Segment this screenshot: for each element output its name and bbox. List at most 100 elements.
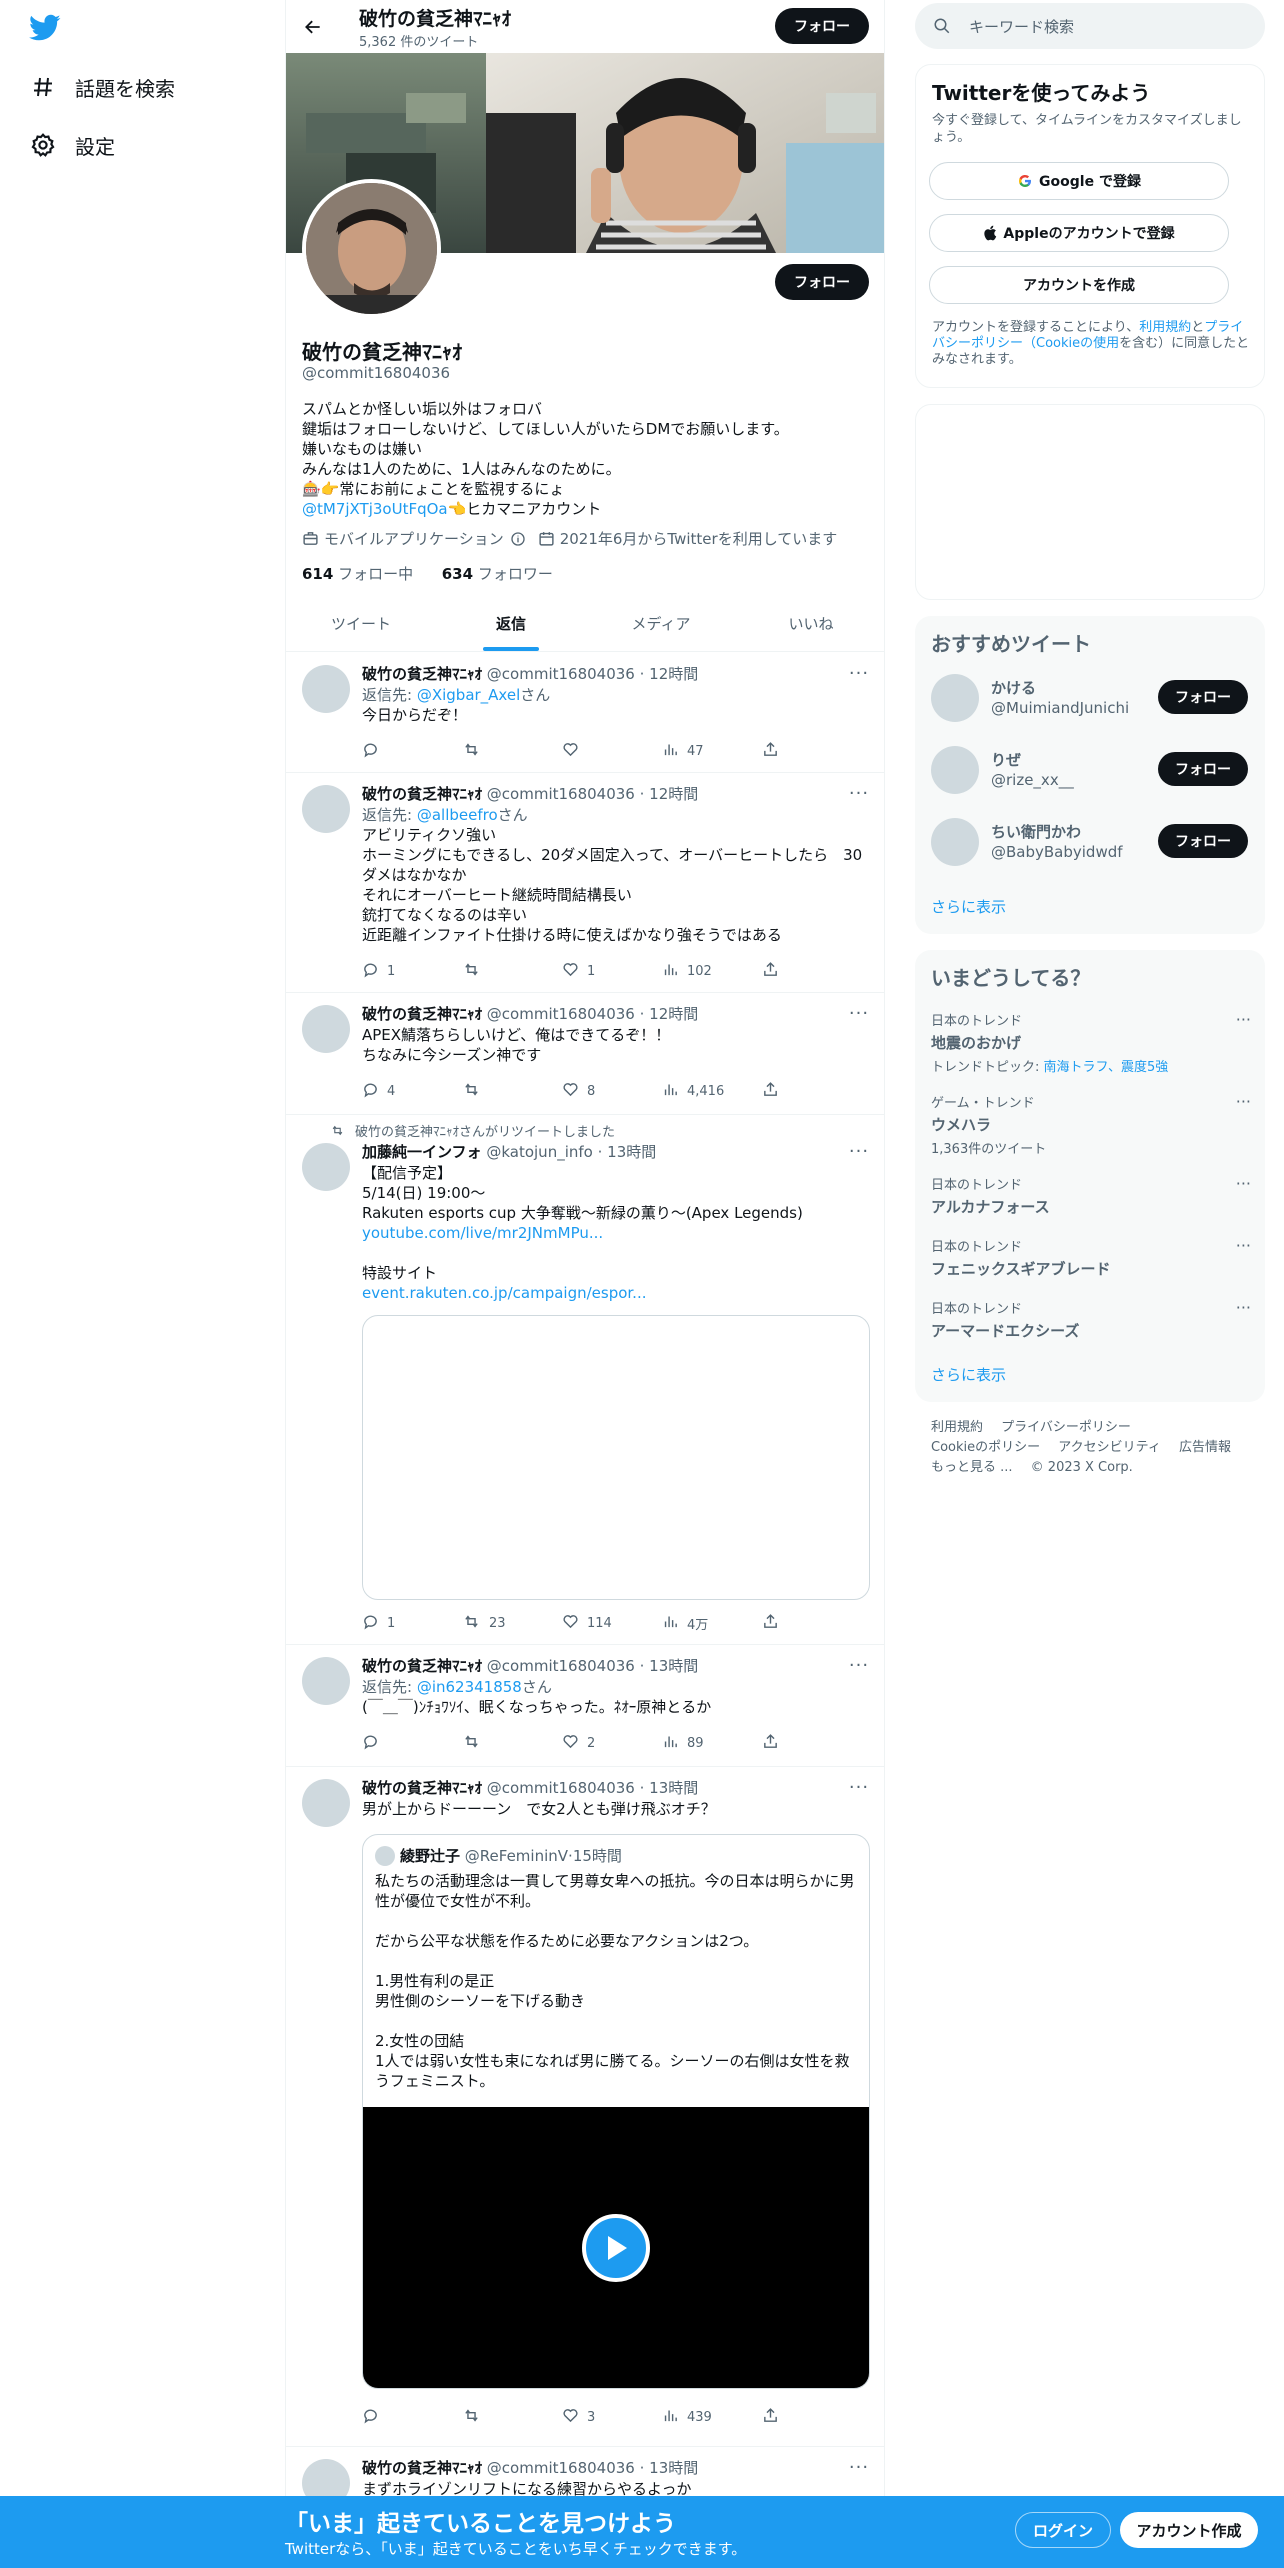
tweet-avatar[interactable] (302, 665, 350, 713)
back-arrow-icon[interactable] (300, 14, 326, 40)
retweet-button[interactable] (462, 1081, 542, 1101)
reply-to-link[interactable]: @allbeefro (417, 806, 498, 824)
tweet[interactable]: 破竹の貧乏神ﾏﾆｬｵ @commit16804036 · 13時間 ··· 返信… (286, 1645, 884, 1767)
profile-follow-button[interactable]: フォロー (775, 264, 869, 300)
quoted-tweet[interactable]: 綾野辻子 @ReFemininV · 15時間 私たちの活動理念は一貫して男尊女… (362, 1834, 870, 2389)
user-avatar[interactable] (931, 674, 979, 722)
recommend-user[interactable]: りぜ @rize_xx__ フォロー (931, 744, 1251, 796)
footer-link[interactable]: 広告情報 (1179, 1440, 1231, 1455)
more-options-icon[interactable]: ··· (848, 783, 870, 804)
views-button[interactable]: 47 (662, 741, 742, 761)
more-options-icon[interactable]: ··· (1236, 1092, 1251, 1111)
views-button[interactable]: 439 (662, 2407, 742, 2427)
reply-to-link[interactable]: @Xigbar_Axel (417, 686, 520, 704)
tweet-avatar[interactable] (302, 1657, 350, 1705)
share-button[interactable] (762, 2407, 782, 2427)
share-button[interactable] (762, 1081, 782, 1101)
views-button[interactable]: 102 (662, 961, 742, 981)
trend-item[interactable]: 日本のトレンド アーマードエクシーズ ··· (931, 1298, 1251, 1341)
footer-link[interactable]: もっと見る ... (931, 1460, 1013, 1475)
trend-item[interactable]: 日本のトレンド フェニックスギアブレード ··· (931, 1236, 1251, 1279)
more-options-icon[interactable]: ··· (848, 1655, 870, 1676)
reply-button[interactable]: 1 (362, 961, 442, 981)
share-button[interactable] (762, 1733, 782, 1753)
tweet-avatar[interactable] (302, 1143, 350, 1191)
like-button[interactable] (562, 741, 642, 761)
show-more-link[interactable]: さらに表示 (931, 896, 1006, 917)
retweet-button[interactable] (462, 961, 542, 981)
header-follow-button[interactable]: フォロー (775, 8, 869, 44)
profile-avatar[interactable] (302, 179, 441, 318)
footer-link[interactable]: 利用規約 (931, 1420, 983, 1435)
bio-mention-link[interactable]: @tM7jXTj3oUtFqOa (302, 500, 448, 518)
tweet-link[interactable]: youtube.com/live/mr2JNmMPu... (362, 1223, 872, 1243)
reply-button[interactable] (362, 741, 442, 761)
like-button[interactable]: 3 (562, 2407, 642, 2427)
user-avatar[interactable] (931, 746, 979, 794)
trend-item[interactable]: 日本のトレンド アルカナフォース ··· (931, 1174, 1251, 1217)
tab-tweets[interactable]: ツイート (286, 598, 436, 651)
more-options-icon[interactable]: ··· (848, 1777, 870, 1798)
like-button[interactable]: 8 (562, 1081, 642, 1101)
tweet[interactable]: 破竹の貧乏神ﾏﾆｬｵ @commit16804036 · 13時間 ··· 男が… (286, 1767, 884, 2447)
user-avatar[interactable] (931, 818, 979, 866)
share-button[interactable] (762, 741, 782, 761)
link-card-embed[interactable] (362, 1315, 870, 1600)
tweet-avatar[interactable] (302, 1779, 350, 1827)
following-link[interactable]: 614 フォロー中 (302, 565, 413, 583)
trend-item[interactable]: 日本のトレンド 地震のおかげ トレンドトピック: 南海トラフ、震度5強 ··· (931, 1010, 1251, 1075)
reply-button[interactable] (362, 1733, 442, 1753)
tweet[interactable]: 破竹の貧乏神ﾏﾆｬｵさんがリツイートしました 加藤純一インフォ @katojun… (286, 1115, 884, 1645)
tab-likes[interactable]: いいね (736, 598, 884, 651)
reply-to-link[interactable]: @in62341858 (417, 1678, 522, 1696)
more-options-icon[interactable]: ··· (848, 663, 870, 684)
twitter-logo-icon[interactable] (29, 14, 61, 42)
recommend-user[interactable]: かける @MuimiandJunichi フォロー (931, 672, 1251, 724)
like-button[interactable]: 114 (562, 1613, 642, 1633)
more-options-icon[interactable]: ··· (848, 2457, 870, 2478)
reply-button[interactable]: 4 (362, 1081, 442, 1101)
reply-button[interactable]: 1 (362, 1613, 442, 1633)
like-button[interactable]: 1 (562, 961, 642, 981)
more-options-icon[interactable]: ··· (848, 1141, 870, 1162)
views-button[interactable]: 4万 (662, 1613, 742, 1633)
tweet[interactable]: 破竹の貧乏神ﾏﾆｬｵ @commit16804036 · 12時間 ··· 返信… (286, 773, 884, 993)
tab-replies[interactable]: 返信 (436, 598, 586, 651)
follow-button[interactable]: フォロー (1158, 680, 1248, 714)
share-button[interactable] (762, 1613, 782, 1633)
footer-link[interactable]: Cookieのポリシー (931, 1440, 1040, 1455)
signup-button[interactable]: アカウント作成 (1120, 2512, 1258, 2548)
create-account-button[interactable]: アカウントを作成 (929, 266, 1229, 304)
tweet[interactable]: 破竹の貧乏神ﾏﾆｬｵ @commit16804036 · 12時間 ··· 返信… (286, 653, 884, 773)
tweet[interactable]: 破竹の貧乏神ﾏﾆｬｵ @commit16804036 · 12時間 ··· AP… (286, 993, 884, 1115)
trend-item[interactable]: ゲーム・トレンド ウメハラ 1,363件のツイート ··· (931, 1092, 1251, 1157)
show-more-link[interactable]: さらに表示 (931, 1364, 1006, 1385)
tweet-link[interactable]: event.rakuten.co.jp/campaign/espor... (362, 1283, 872, 1303)
trend-topic-link[interactable]: 南海トラフ、震度5強 (1044, 1060, 1169, 1075)
follow-button[interactable]: フォロー (1158, 824, 1248, 858)
tab-media[interactable]: メディア (586, 598, 736, 651)
tweet-avatar[interactable] (302, 1005, 350, 1053)
follow-button[interactable]: フォロー (1158, 752, 1248, 786)
search-input[interactable]: キーワード検索 (915, 3, 1265, 49)
followers-link[interactable]: 634 フォロワー (442, 565, 553, 583)
more-options-icon[interactable]: ··· (1236, 1298, 1251, 1317)
more-options-icon[interactable]: ··· (1236, 1010, 1251, 1029)
recommend-user[interactable]: ちい衛門かわ @BabyBabyidwdf フォロー (931, 816, 1251, 868)
footer-link[interactable]: アクセシビリティ (1058, 1440, 1161, 1455)
tweet-avatar[interactable] (302, 785, 350, 833)
footer-link[interactable]: プライバシーポリシー (1001, 1420, 1131, 1435)
more-options-icon[interactable]: ··· (1236, 1236, 1251, 1255)
terms-link[interactable]: 利用規約 (1139, 320, 1191, 335)
reply-button[interactable] (362, 2407, 442, 2427)
login-button[interactable]: ログイン (1015, 2512, 1111, 2548)
retweet-button[interactable] (462, 1733, 542, 1753)
retweet-button[interactable] (462, 741, 542, 761)
more-options-icon[interactable]: ··· (1236, 1174, 1251, 1193)
views-button[interactable]: 89 (662, 1733, 742, 1753)
nav-settings[interactable]: 設定 (30, 125, 115, 165)
share-button[interactable] (762, 961, 782, 981)
quoted-video[interactable] (363, 2107, 869, 2388)
google-signup-button[interactable]: Google で登録 (929, 162, 1229, 200)
play-icon[interactable] (582, 2214, 650, 2282)
